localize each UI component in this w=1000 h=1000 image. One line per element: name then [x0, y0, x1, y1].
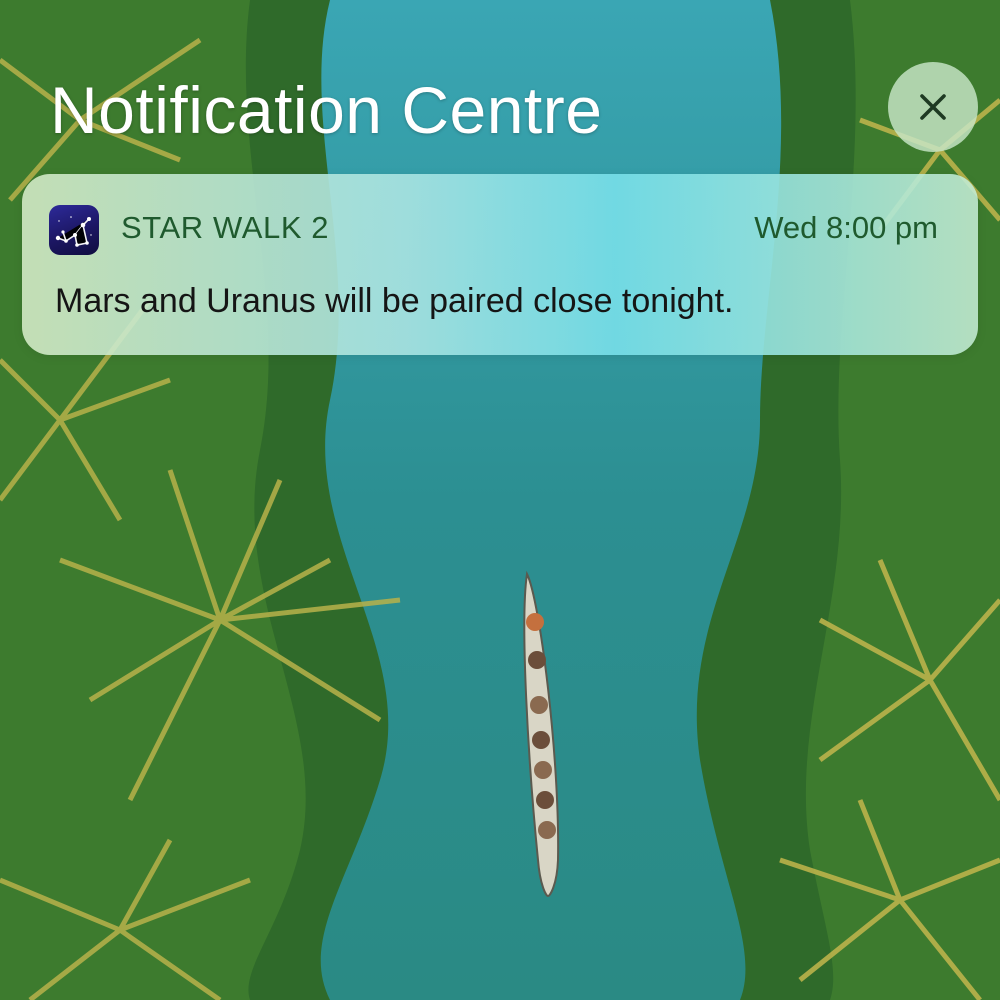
notification-app-name: STAR WALK 2: [121, 210, 330, 245]
notification-timestamp: Wed 8:00 pm: [754, 210, 938, 245]
close-button[interactable]: [888, 62, 978, 152]
notification-card[interactable]: [22, 174, 978, 355]
close-icon: [920, 94, 946, 120]
wallpaper-image: [0, 0, 1000, 1000]
star-walk-app-icon: [49, 205, 99, 255]
page-title: Notification Centre: [50, 73, 603, 147]
notification-message: Mars and Uranus will be paired close ton…: [55, 282, 734, 320]
notification-centre-screen: Notification Centre STAR WALK 2 Wed 8:00…: [0, 0, 1000, 1000]
constellation-icon: [55, 216, 92, 247]
